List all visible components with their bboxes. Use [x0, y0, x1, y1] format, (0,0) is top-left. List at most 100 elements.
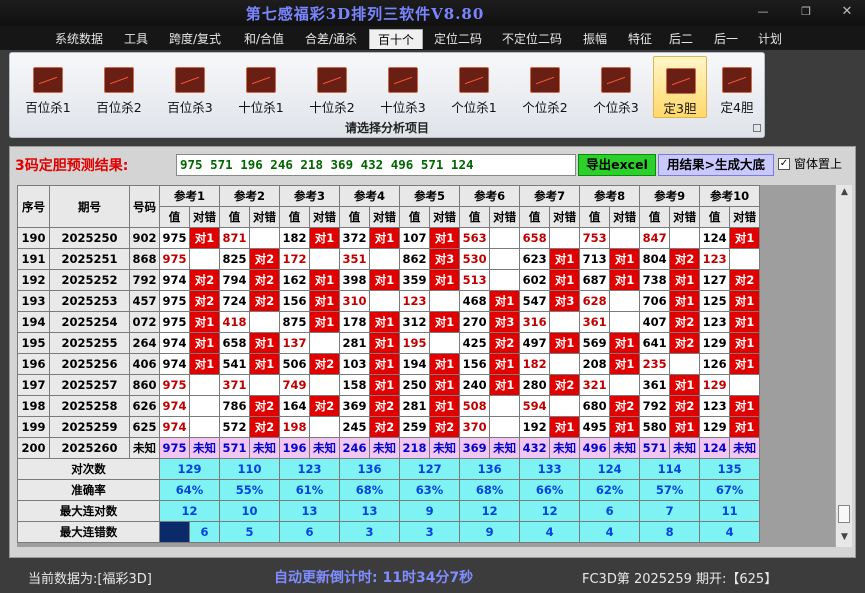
- value-subheader: 值: [519, 206, 551, 228]
- stat-value: 127: [399, 458, 461, 480]
- ref-value: 974: [159, 353, 190, 375]
- ref-check: 对1: [369, 353, 401, 375]
- ref-check: 对1: [188, 332, 221, 354]
- pred-check: 未知: [309, 437, 341, 459]
- ribbon-button[interactable]: 百位杀3: [160, 56, 220, 118]
- stat-value: 12: [459, 500, 521, 522]
- ref-value: 594: [519, 395, 551, 417]
- ref-value: 975: [159, 227, 190, 249]
- row-num: 868: [129, 248, 160, 270]
- ref-value: 370: [459, 416, 491, 438]
- vertical-scrollbar[interactable]: ▲ ▼: [835, 185, 852, 547]
- ontop-checkbox[interactable]: ✓: [778, 158, 790, 170]
- ref-check: [249, 311, 281, 333]
- ribbon-button[interactable]: 定4胆: [710, 56, 764, 118]
- stat-value: 136: [339, 458, 401, 480]
- ribbon-button-label: 百位杀3: [167, 100, 213, 115]
- ribbon-button[interactable]: 百位杀1: [18, 56, 78, 118]
- export-excel-button[interactable]: 导出excel: [578, 154, 656, 176]
- menu-item[interactable]: 计划: [754, 29, 786, 49]
- menu-item[interactable]: 跨度/复式: [164, 29, 226, 49]
- ribbon-button[interactable]: 个位杀1: [444, 56, 504, 118]
- menu-item[interactable]: 后二: [665, 29, 697, 49]
- ref-value: 192: [519, 416, 551, 438]
- row-issue: 2025256: [49, 353, 130, 375]
- generate-base-button[interactable]: 用结果>生成大底: [658, 154, 774, 176]
- chart-icon: [388, 67, 418, 93]
- prediction-result-field[interactable]: 975 571 196 246 218 369 432 496 571 124: [176, 154, 576, 176]
- menu-item[interactable]: 定位二码: [429, 29, 487, 49]
- ref-check: [489, 248, 521, 270]
- scroll-thumb[interactable]: [838, 505, 850, 523]
- ref-check: [549, 227, 581, 249]
- ref-value: 974: [159, 332, 190, 354]
- current-data-label: 当前数据为:[福彩3D]: [28, 572, 152, 587]
- stat-value: 135: [699, 458, 761, 480]
- ref-value: 359: [399, 269, 431, 291]
- pred-value: 571: [219, 437, 251, 459]
- dialog-launcher-icon[interactable]: [753, 124, 761, 132]
- ref-value: 156: [459, 353, 491, 375]
- ref-check: [729, 248, 761, 270]
- ref-check: 对1: [309, 290, 341, 312]
- ref-check: 对2: [249, 269, 281, 291]
- restore-icon[interactable]: ❐: [795, 4, 817, 20]
- ref-check: 对2: [249, 290, 281, 312]
- ref-check: 对1: [549, 248, 581, 270]
- menu-item[interactable]: 系统数据: [52, 29, 106, 49]
- menu-item[interactable]: 百十个: [369, 29, 423, 49]
- ref-value: 126: [699, 353, 731, 375]
- table-row: 193 2025253 457 975 对2 724 对2 156 对1 310 123 468 对1 5…: [17, 290, 761, 312]
- ref-value: 124: [699, 227, 731, 249]
- ref-value: 871: [219, 227, 251, 249]
- stat-value: 5: [219, 521, 281, 543]
- ref-check: 对1: [188, 227, 221, 249]
- ref-value: 162: [279, 269, 311, 291]
- ref-header: 参考1: [158, 185, 221, 207]
- pred-check: 未知: [549, 437, 581, 459]
- stat-value: 62%: [579, 479, 641, 501]
- menu-item[interactable]: 振幅: [577, 29, 613, 49]
- ribbon-button[interactable]: 个位杀2: [515, 56, 575, 118]
- menu-item[interactable]: 和/合值: [238, 29, 290, 49]
- ref-header: 参考5: [399, 185, 461, 207]
- menu-item[interactable]: 合差/通杀: [299, 29, 363, 49]
- value-subheader: 值: [339, 206, 371, 228]
- minimize-icon[interactable]: —: [752, 4, 774, 20]
- ribbon-button[interactable]: 百位杀2: [89, 56, 149, 118]
- ribbon-button[interactable]: 定3胆: [653, 56, 707, 118]
- ref-check: 对2: [729, 269, 761, 291]
- chart-icon: [722, 67, 752, 93]
- menu-item[interactable]: 后一: [710, 29, 742, 49]
- ribbon-button[interactable]: 十位杀3: [373, 56, 433, 118]
- stat-row: 对次数 129 110 123 136 127 136 133 124 114 135: [17, 458, 761, 480]
- ref-check: [188, 248, 221, 270]
- row-num: 072: [129, 311, 160, 333]
- scroll-down-icon[interactable]: ▼: [837, 530, 852, 545]
- menu-item[interactable]: 不定位二码: [498, 29, 566, 49]
- update-countdown: 自动更新倒计时: 11时34分7秒: [274, 570, 474, 586]
- menu-item[interactable]: 特征: [622, 29, 658, 49]
- ribbon-button[interactable]: 十位杀2: [302, 56, 362, 118]
- table-row: 191 2025251 868 975 825 对2 172 351 862 对3 530 623 对1…: [17, 248, 761, 270]
- table-row: 198 2025258 626 974 786 对2 164 对2 369 对2 281 对1 508 5…: [17, 395, 761, 417]
- pred-check: 未知: [249, 437, 281, 459]
- ref-check: [489, 395, 521, 417]
- stat-value: 129: [158, 458, 221, 480]
- ribbon-button[interactable]: 十位杀1: [231, 56, 291, 118]
- check-subheader: 对错: [429, 206, 461, 228]
- row-issue: 2025258: [49, 395, 130, 417]
- menu-item[interactable]: 工具: [119, 29, 153, 49]
- scroll-up-icon[interactable]: ▲: [837, 185, 852, 200]
- ref-check: 对1: [429, 269, 461, 291]
- pred-value: 124: [699, 437, 731, 459]
- header-cell: 期号: [49, 185, 130, 228]
- row-issue: 2025259: [49, 416, 130, 438]
- header-cell: 号码: [129, 185, 160, 228]
- value-subheader: 值: [699, 206, 731, 228]
- pred-value: 571: [639, 437, 671, 459]
- ribbon-button[interactable]: 个位杀3: [586, 56, 646, 118]
- ref-value: 425: [459, 332, 491, 354]
- close-icon[interactable]: ✕: [836, 4, 858, 20]
- ribbon-button-label: 百位杀1: [25, 100, 71, 115]
